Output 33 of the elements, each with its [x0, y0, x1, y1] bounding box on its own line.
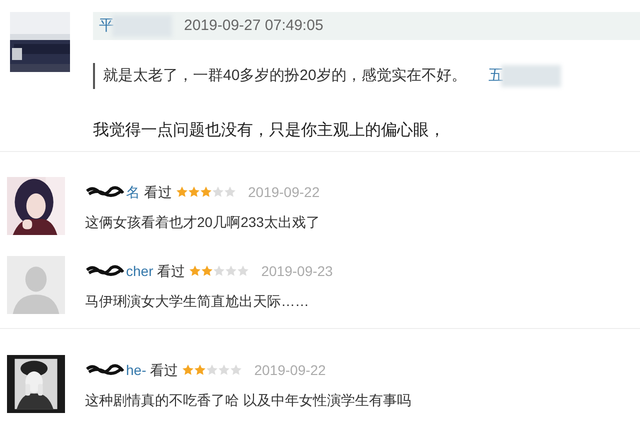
- user-name[interactable]: he-: [126, 360, 146, 380]
- quoted-comment: 就是太老了，一群40多岁的扮20岁的，感觉实在不好。: [103, 66, 466, 86]
- star-icon: [189, 265, 202, 277]
- user-name[interactable]: 平: [99, 14, 114, 38]
- comment-text: 这种剧情真的不吃香了哈 以及中年女性演学生有事吗: [85, 391, 411, 410]
- watched-status: 看过: [157, 262, 186, 280]
- star-icon: [224, 186, 236, 198]
- comment-text: 马伊琍演女大学生简直尬出天际……: [85, 292, 310, 311]
- timestamp: 2019-09-27 07:49:05: [184, 16, 324, 36]
- star-icon: [213, 265, 226, 277]
- star-icon: [182, 364, 194, 376]
- star-icon: [218, 364, 230, 376]
- comment-text: 这俩女孩看着也才20几啊233太出戏了: [85, 213, 320, 232]
- star-icon: [212, 186, 224, 198]
- star-icon: [225, 265, 238, 277]
- user-name[interactable]: 名: [126, 182, 140, 202]
- user-name[interactable]: 五: [488, 64, 504, 88]
- star-icon: [230, 364, 242, 376]
- star-icon: [237, 265, 250, 277]
- default-avatar-icon: [7, 256, 65, 314]
- comment-date: 2019-09-22: [254, 360, 326, 380]
- reply-text: 我觉得一点问题也没有，只是你主观上的偏心眼，: [93, 120, 446, 141]
- star-icon: [201, 265, 214, 277]
- comment-date: 2019-09-23: [261, 262, 333, 280]
- watched-status: 看过: [150, 360, 178, 380]
- comment-date: 2019-09-22: [248, 182, 320, 202]
- star-icon: [176, 186, 188, 198]
- star-icon: [194, 364, 206, 376]
- user-name[interactable]: cher: [126, 260, 154, 282]
- star-icon: [200, 186, 212, 198]
- watched-status: 看过: [144, 182, 172, 202]
- star-icon: [206, 364, 218, 376]
- star-icon: [188, 186, 200, 198]
